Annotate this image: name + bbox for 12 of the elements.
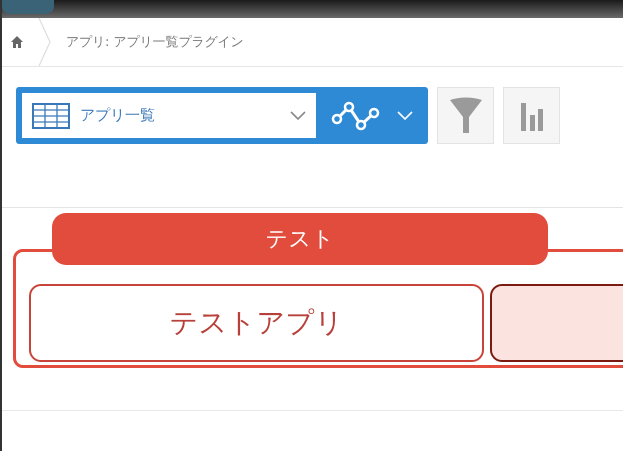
app-tile[interactable]: テストアプリ <box>29 284 484 362</box>
breadcrumb-text: アプリ: アプリ一覧プラグイン <box>66 34 244 51</box>
filter-button[interactable] <box>437 87 494 144</box>
caret-icon <box>397 110 413 120</box>
filter-icon <box>448 96 482 134</box>
chart-button[interactable] <box>503 87 560 144</box>
home-icon[interactable] <box>10 35 24 49</box>
caret-icon <box>290 110 306 120</box>
group-title: テスト <box>52 213 548 265</box>
table-icon <box>32 102 70 128</box>
view-select[interactable]: アプリ一覧 <box>22 93 316 138</box>
bar-chart-icon <box>520 100 544 130</box>
